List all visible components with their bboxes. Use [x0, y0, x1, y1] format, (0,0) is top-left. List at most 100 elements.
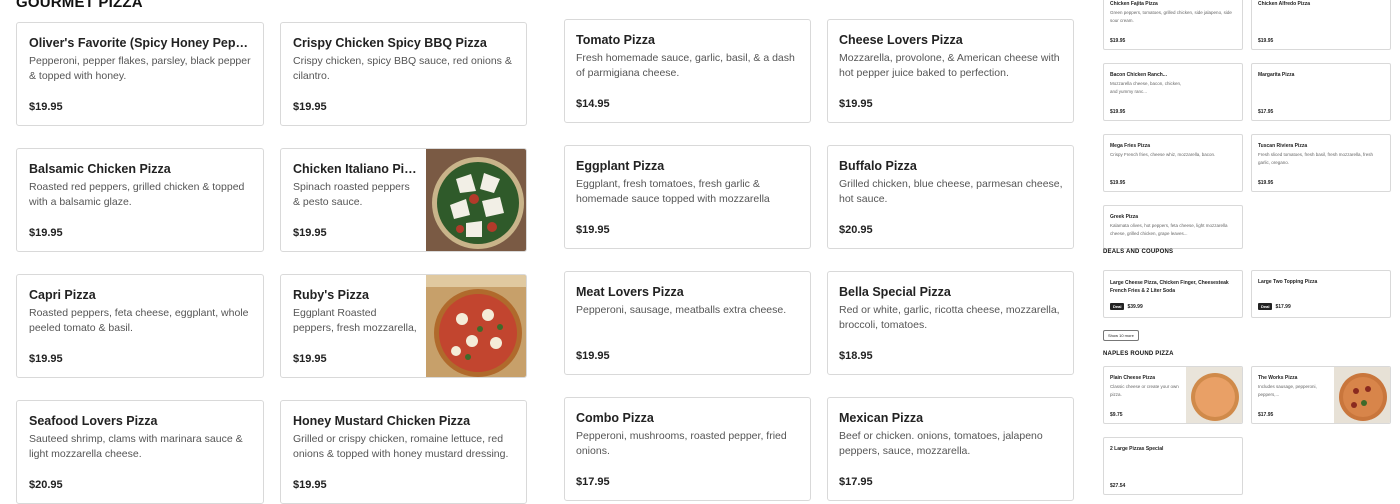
pizza-photo [1186, 367, 1242, 423]
deal-badge: Deal [1258, 303, 1273, 310]
menu-item-card[interactable]: Capri Pizza Roasted peppers, feta cheese… [16, 274, 264, 378]
item-description: Pepperoni, mushrooms, roasted pepper, fr… [576, 430, 787, 457]
item-description: Beef or chicken. onions, tomatoes, jalap… [839, 430, 1043, 457]
item-description: Red or white, garlic, ricotta cheese, mo… [839, 304, 1060, 331]
item-price: $17.95 [1258, 109, 1274, 115]
deal-card[interactable]: Large Cheese Pizza, Chicken Finger, Chee… [1103, 270, 1243, 318]
menu-item-card[interactable]: Cheese Lovers Pizza Mozzarella, provolon… [827, 19, 1074, 123]
item-description: Roasted peppers, feta cheese, eggplant, … [29, 307, 249, 334]
item-name: Bella Special Pizza [839, 285, 951, 299]
item-price: $9.75 [1110, 412, 1123, 418]
menu-item-card[interactable]: Bacon Chicken Ranch... Mozzarella cheese… [1103, 63, 1243, 121]
item-name: Oliver's Favorite (Spicy Honey Pepperoni… [29, 36, 255, 50]
item-description: Mozzarella cheese, bacon, chicken, and y… [1110, 81, 1182, 94]
item-name: Plain Cheese Pizza [1110, 375, 1156, 381]
item-price: $19.95 [293, 227, 327, 239]
menu-item-card[interactable]: Crispy Chicken Spicy BBQ Pizza Crispy ch… [280, 22, 527, 126]
item-description: Green peppers, tomatoes, grilled chicken… [1110, 10, 1232, 23]
deal-card[interactable]: Large Two Topping Pizza Deal $17.99 [1251, 270, 1391, 318]
menu-item-card[interactable]: Balsamic Chicken Pizza Roasted red peppe… [16, 148, 264, 252]
item-price: $19.95 [576, 350, 610, 362]
item-price: $19.95 [293, 353, 327, 365]
item-description: Mozzarella, provolone, & American cheese… [839, 52, 1060, 79]
deal-badge: Deal [1110, 303, 1125, 310]
item-name: Ruby's Pizza [293, 288, 369, 302]
item-name: Mega Fries Pizza [1110, 143, 1151, 149]
show-more-button[interactable]: Show 10 more [1103, 330, 1139, 341]
item-description: Grilled chicken, blue cheese, parmesan c… [839, 178, 1063, 205]
item-name: Eggplant Pizza [576, 159, 665, 173]
item-price: $19.95 [293, 479, 327, 491]
item-name: Balsamic Chicken Pizza [29, 162, 171, 176]
item-name: Combo Pizza [576, 411, 654, 425]
item-description: Classic cheese or create your own pizza. [1110, 384, 1179, 397]
item-name: Tuscan Riviera Pizza [1258, 143, 1308, 149]
item-price: $19.95 [29, 101, 63, 113]
menu-item-card[interactable]: Ruby's Pizza Eggplant Roasted peppers, f… [280, 274, 527, 378]
menu-item-card[interactable]: Chicken Alfredo Pizza $19.95 [1251, 0, 1391, 50]
deal-name: Large Cheese Pizza, Chicken Finger, Chee… [1110, 280, 1229, 294]
item-price: $18.95 [839, 350, 873, 362]
item-name: 2 Large Pizzas Special [1110, 446, 1164, 452]
menu-item-card[interactable]: Mexican Pizza Beef or chicken. onions, t… [827, 397, 1074, 501]
menu-item-card[interactable]: 2 Large Pizzas Special $27.54 [1103, 437, 1243, 495]
item-price: $19.95 [293, 101, 327, 113]
item-description: Fresh homemade sauce, garlic, basil, & a… [576, 52, 795, 79]
item-description: Spinach roasted peppers & pesto sauce. [293, 181, 410, 208]
menu-item-card[interactable]: Tomato Pizza Fresh homemade sauce, garli… [564, 19, 811, 123]
item-description: Includes sausage, pepperoni, peppers,... [1258, 384, 1317, 397]
pizza-photo [1334, 367, 1390, 423]
menu-item-card[interactable]: Buffalo Pizza Grilled chicken, blue chee… [827, 145, 1074, 249]
menu-item-card[interactable]: Bella Special Pizza Red or white, garlic… [827, 271, 1074, 375]
item-name: Buffalo Pizza [839, 159, 917, 173]
item-price: $17.95 [1258, 412, 1274, 418]
menu-item-card[interactable]: Oliver's Favorite (Spicy Honey Pepperoni… [16, 22, 264, 126]
deal-price: $39.99 [1127, 304, 1143, 310]
menu-item-card[interactable]: Margarita Pizza $17.95 [1251, 63, 1391, 121]
item-price: $19.95 [1110, 109, 1126, 115]
deal-price-row: Deal $17.99 [1258, 303, 1291, 310]
item-description: Roasted red peppers, grilled chicken & t… [29, 181, 245, 208]
pizza-photo [426, 149, 526, 251]
item-description: Fresh sliced tomatoes, fresh basil, fres… [1258, 152, 1374, 165]
menu-item-card[interactable]: Seafood Lovers Pizza Sauteed shrimp, cla… [16, 400, 264, 504]
item-description: Kalamata olives, hot peppers, feta chees… [1110, 223, 1228, 236]
item-price: $19.95 [1110, 38, 1126, 44]
item-name: Crispy Chicken Spicy BBQ Pizza [293, 36, 487, 50]
item-name: Chicken Italiano Pizza [293, 162, 418, 176]
menu-item-card[interactable]: Mega Fries Pizza Crispy French fries, ch… [1103, 134, 1243, 192]
item-price: $17.95 [576, 476, 610, 488]
item-description: Grilled or crispy chicken, romaine lettu… [293, 433, 509, 460]
item-name: The Works Pizza [1258, 375, 1298, 381]
item-price: $17.95 [839, 476, 873, 488]
item-price: $19.95 [839, 98, 873, 110]
menu-item-card[interactable]: Plain Cheese Pizza Classic cheese or cre… [1103, 366, 1243, 424]
deal-name: Large Two Topping Pizza [1258, 279, 1318, 285]
item-description: Crispy French fries, cheese whiz, mozzar… [1110, 152, 1216, 157]
item-price: $14.95 [576, 98, 610, 110]
item-price: $19.95 [29, 227, 63, 239]
menu-item-card[interactable]: Meat Lovers Pizza Pepperoni, sausage, me… [564, 271, 811, 375]
item-description: Pepperoni, sausage, meatballs extra chee… [576, 304, 787, 316]
item-name: Capri Pizza [29, 288, 96, 302]
item-price: $19.95 [1110, 180, 1126, 186]
deal-price: $17.99 [1275, 304, 1291, 310]
menu-item-card[interactable]: Greek Pizza Kalamata olives, hot peppers… [1103, 205, 1243, 249]
menu-item-card[interactable]: Chicken Fajita Pizza Green peppers, toma… [1103, 0, 1243, 50]
item-name: Tomato Pizza [576, 33, 655, 47]
menu-item-card[interactable]: Tuscan Riviera Pizza Fresh sliced tomato… [1251, 134, 1391, 192]
menu-item-card[interactable]: Honey Mustard Chicken Pizza Grilled or c… [280, 400, 527, 504]
deals-title: DEALS AND COUPONS [1103, 249, 1174, 255]
pizza-photo [426, 275, 526, 377]
item-name: Chicken Fajita Pizza [1110, 1, 1158, 7]
menu-item-card[interactable]: Combo Pizza Pepperoni, mushrooms, roaste… [564, 397, 811, 501]
menu-item-card[interactable]: The Works Pizza Includes sausage, pepper… [1251, 366, 1391, 424]
menu-item-card[interactable]: Eggplant Pizza Eggplant, fresh tomatoes,… [564, 145, 811, 249]
item-name: Cheese Lovers Pizza [839, 33, 963, 47]
item-price: $20.95 [29, 479, 63, 491]
item-name: Greek Pizza [1110, 214, 1139, 220]
item-price: $27.54 [1110, 483, 1126, 489]
item-price: $19.95 [576, 224, 610, 236]
item-description: Sauteed shrimp, clams with marinara sauc… [29, 433, 243, 460]
menu-item-card[interactable]: Chicken Italiano Pizza Spinach roasted p… [280, 148, 527, 252]
